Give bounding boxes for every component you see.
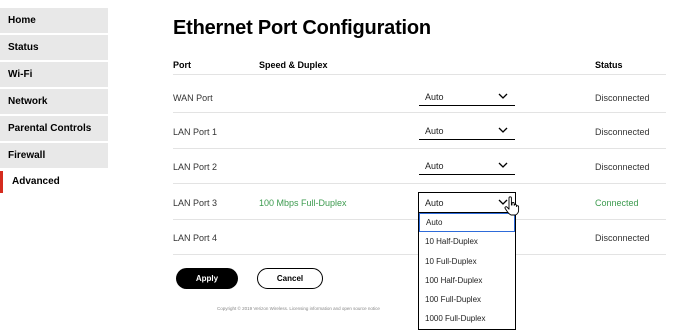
port-status: Disconnected: [595, 93, 650, 103]
sidebar-item-firewall[interactable]: Firewall: [0, 142, 108, 168]
chevron-down-icon: [498, 162, 508, 168]
dropdown-option-100-full[interactable]: 100 Full-Duplex: [419, 290, 515, 309]
select-underline: [419, 174, 515, 175]
sidebar-item-home[interactable]: Home: [0, 7, 108, 33]
column-header-status: Status: [595, 60, 623, 70]
select-value: Auto: [425, 161, 444, 171]
sidebar-item-wifi[interactable]: Wi-Fi: [0, 61, 108, 87]
sidebar-item-network[interactable]: Network: [0, 88, 108, 114]
port-status: Connected: [595, 198, 639, 208]
select-value: Auto: [425, 92, 444, 102]
port-status: Disconnected: [595, 162, 650, 172]
copyright-footer: Copyright © 2019 Verizon Wireless. Licen…: [217, 306, 380, 311]
dropdown-option-100-half[interactable]: 100 Half-Duplex: [419, 271, 515, 290]
dropdown-option-1000-full[interactable]: 1000 Full-Duplex: [419, 309, 515, 328]
port-name: LAN Port 4: [173, 233, 218, 243]
port-status: Disconnected: [595, 127, 650, 137]
speed-select-lan3[interactable]: Auto: [418, 192, 516, 213]
apply-button[interactable]: Apply: [176, 268, 238, 289]
chevron-down-icon: [498, 127, 508, 133]
select-underline: [419, 105, 515, 106]
column-header-speed: Speed & Duplex: [259, 60, 328, 70]
column-header-port: Port: [173, 60, 191, 70]
sidebar-item-label: Advanced: [12, 176, 60, 187]
table-divider: [173, 74, 666, 75]
hand-pointer-icon: [504, 196, 520, 216]
select-value: Auto: [425, 126, 444, 136]
sidebar-item-advanced[interactable]: Advanced: [0, 168, 108, 194]
port-name: WAN Port: [173, 93, 213, 103]
active-indicator: [0, 171, 3, 193]
speed-dropdown-list: Auto 10 Half-Duplex 10 Full-Duplex 100 H…: [418, 213, 516, 330]
port-name: LAN Port 2: [173, 162, 218, 172]
speed-select-lan2[interactable]: Auto: [418, 155, 516, 176]
speed-select-lan1[interactable]: Auto: [418, 120, 516, 141]
port-speed: 100 Mbps Full-Duplex: [259, 198, 347, 208]
row-divider: [173, 148, 666, 149]
row-divider: [173, 183, 666, 184]
row-divider: [173, 112, 666, 113]
port-name: LAN Port 1: [173, 127, 218, 137]
dropdown-option-10-half[interactable]: 10 Half-Duplex: [419, 232, 515, 251]
dropdown-option-auto[interactable]: Auto: [419, 213, 515, 233]
sidebar-item-parental-controls[interactable]: Parental Controls: [0, 115, 108, 141]
cancel-button[interactable]: Cancel: [257, 268, 323, 289]
sidebar-item-status[interactable]: Status: [0, 34, 108, 60]
port-name: LAN Port 3: [173, 198, 218, 208]
dropdown-option-10-full[interactable]: 10 Full-Duplex: [419, 252, 515, 271]
chevron-down-icon: [498, 93, 508, 99]
select-value: Auto: [425, 198, 444, 208]
page-title: Ethernet Port Configuration: [173, 17, 431, 39]
select-underline: [419, 139, 515, 140]
port-status: Disconnected: [595, 233, 650, 243]
sidebar-nav: Home Status Wi-Fi Network Parental Contr…: [0, 0, 108, 200]
speed-select-wan[interactable]: Auto: [418, 86, 516, 107]
